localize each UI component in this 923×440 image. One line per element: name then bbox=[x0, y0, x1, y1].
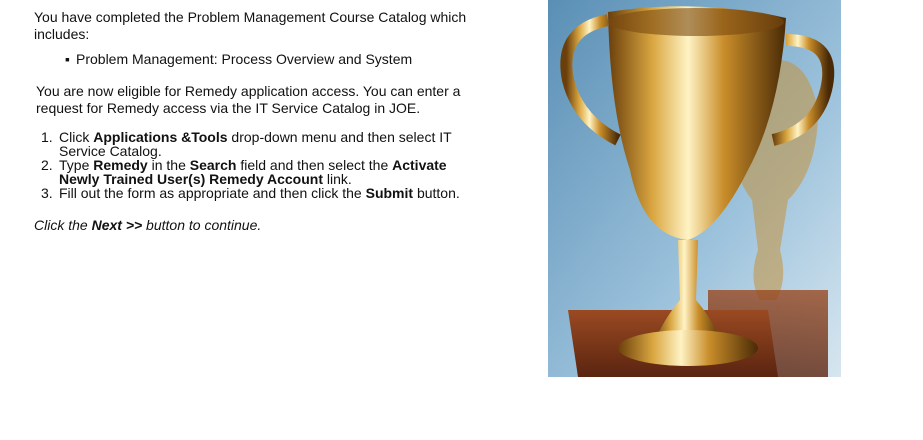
intro-text: You have completed the Problem Managemen… bbox=[34, 9, 467, 42]
continue-instruction: Click the Next >> button to continue. bbox=[34, 217, 474, 234]
content-panel: You have completed the Problem Managemen… bbox=[34, 9, 474, 234]
course-item: ▪ Problem Management: Process Overview a… bbox=[65, 51, 474, 68]
step-item: 3. Fill out the form as appropriate and … bbox=[34, 186, 474, 200]
step-number: 2. bbox=[41, 157, 53, 173]
eligibility-text: You are now eligible for Remedy applicat… bbox=[36, 83, 461, 116]
course-list: ▪ Problem Management: Process Overview a… bbox=[34, 51, 474, 68]
continue-text: Click the bbox=[34, 217, 92, 233]
step-number: 1. bbox=[41, 129, 53, 145]
step-item: 2. Type Remedy in the Search field and t… bbox=[34, 158, 474, 186]
trophy-image bbox=[548, 0, 841, 377]
steps-list: 1. Click Applications &Tools drop-down m… bbox=[34, 130, 474, 200]
bullet-icon: ▪ bbox=[65, 51, 70, 67]
step-text: Fill out the form as appropriate and the… bbox=[59, 185, 366, 201]
step-item: 1. Click Applications &Tools drop-down m… bbox=[34, 130, 474, 158]
next-label: Next >> bbox=[91, 217, 143, 233]
step-text: button. bbox=[413, 185, 460, 201]
continue-text: button to continue. bbox=[142, 217, 262, 233]
step-bold: Submit bbox=[365, 185, 414, 201]
trophy-icon bbox=[548, 0, 841, 377]
step-number: 3. bbox=[41, 185, 53, 201]
course-label: Problem Management: Process Overview and… bbox=[76, 51, 413, 67]
